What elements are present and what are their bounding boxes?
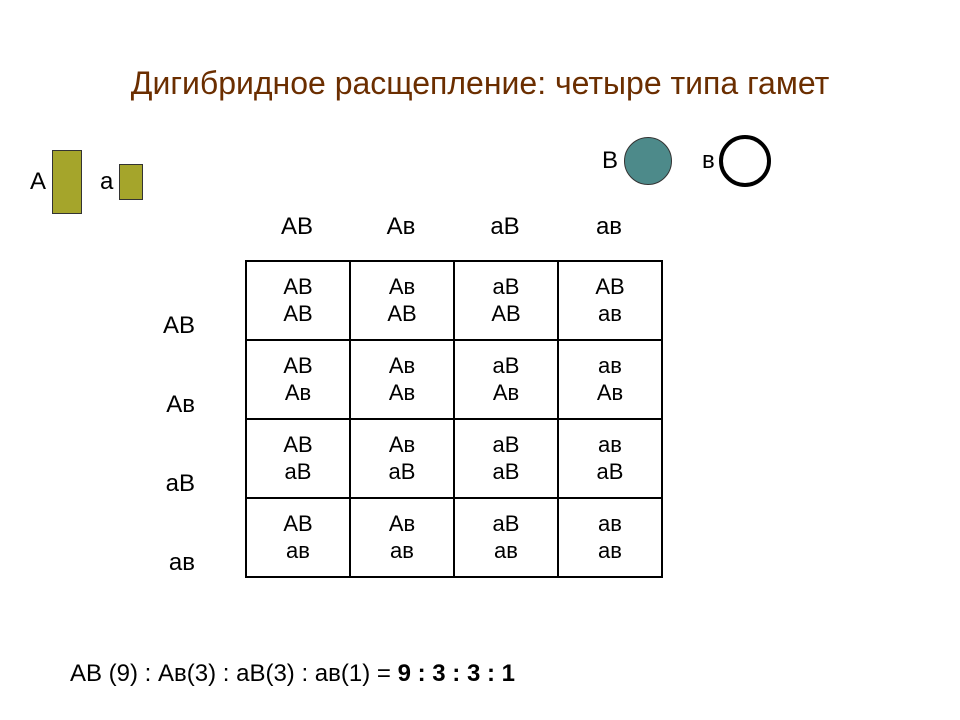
label-A: А [30,168,46,196]
ratio-text: АВ (9) : Ав(3) : аВ(3) : ав(1) = [70,660,398,687]
allele-v-icon [719,135,771,187]
cell: АВав [558,261,662,340]
label-B: В [602,147,618,175]
label-v: в [702,147,715,175]
cell: аВАв [454,340,558,419]
allele-B-icon [624,137,672,185]
col-header: Ав [349,213,453,241]
cell: авав [558,498,662,577]
legend-A-a: А а [30,150,143,214]
label-a: а [100,168,113,196]
cell: аваВ [558,419,662,498]
row-header: ав [135,523,195,602]
cell: АВАВ [246,261,350,340]
cell: АвАв [350,340,454,419]
cell: АВАв [246,340,350,419]
column-headers: АВ Ав аВ ав [245,213,661,241]
cell: АВаВ [246,419,350,498]
allele-a-icon [119,164,143,200]
row-header: Ав [135,365,195,444]
allele-A-icon [52,150,82,214]
row-header: аВ [135,444,195,523]
col-header: аВ [453,213,557,241]
ratio-bold: 9 : 3 : 3 : 1 [398,660,515,687]
slide-title: Дигибридное расщепление: четыре типа гам… [40,65,920,102]
col-header: ав [557,213,661,241]
cell: аВав [454,498,558,577]
row-headers: АВ Ав аВ ав [135,286,195,602]
row-header: АВ [135,286,195,365]
punnett-square: АВАВ АвАВ аВАВ АВав АВАв АвАв аВАв авАв … [245,260,663,578]
legend-B-v: В в [602,135,771,187]
phenotype-ratio: АВ (9) : Ав(3) : аВ(3) : ав(1) = 9 : 3 :… [70,660,515,688]
cell: аВАВ [454,261,558,340]
cell: АваВ [350,419,454,498]
cell: Авав [350,498,454,577]
cell: авАв [558,340,662,419]
col-header: АВ [245,213,349,241]
cell: АвАВ [350,261,454,340]
cell: АВав [246,498,350,577]
cell: аВаВ [454,419,558,498]
